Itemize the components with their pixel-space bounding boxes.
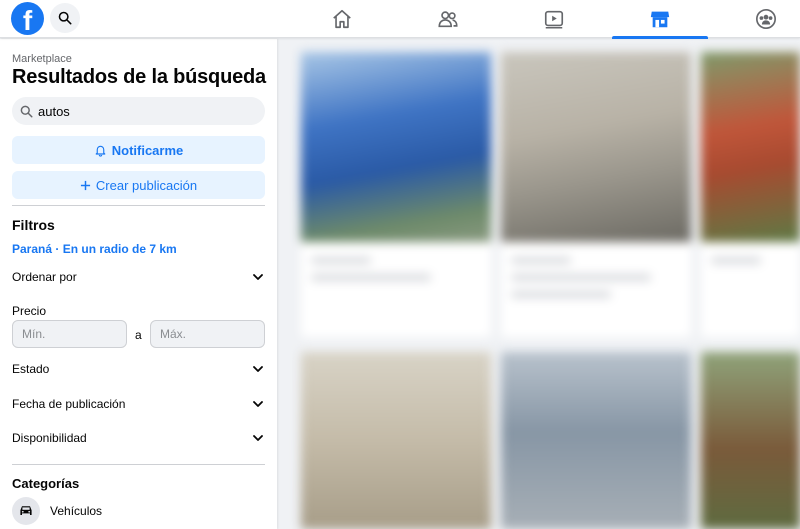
- listing-title-placeholder: [311, 274, 431, 281]
- home-icon: [333, 9, 351, 29]
- divider: [12, 464, 265, 465]
- location-filter[interactable]: Paraná · En un radio de 7 km: [12, 242, 177, 256]
- price-max-field[interactable]: Máx.: [150, 320, 265, 348]
- listing-card[interactable]: [501, 352, 691, 529]
- listing-card[interactable]: [301, 52, 491, 337]
- category-label: Vehículos: [50, 504, 103, 518]
- listing-photo: [501, 52, 691, 242]
- chevron-down-icon: [253, 435, 263, 441]
- bell-icon: [95, 145, 106, 157]
- plus-icon: [80, 180, 90, 190]
- create-listing-button[interactable]: Crear publicación: [12, 171, 265, 199]
- car-icon-wrap: [12, 497, 40, 525]
- price-min-field[interactable]: Mín.: [12, 320, 127, 348]
- nav-friends[interactable]: [400, 0, 496, 38]
- listing-price-placeholder: [711, 257, 761, 264]
- notify-button[interactable]: Notificarme: [12, 136, 265, 164]
- chevron-down-icon: [253, 366, 263, 372]
- sort-by-label: Ordenar por: [12, 270, 77, 284]
- groups-icon: [756, 9, 776, 29]
- facebook-logo[interactable]: f: [11, 2, 44, 35]
- category-vehicles[interactable]: Vehículos: [12, 497, 102, 525]
- chevron-down-icon: [253, 274, 263, 280]
- listing-price-placeholder: [311, 257, 371, 264]
- nav-home[interactable]: [294, 0, 390, 38]
- listing-photo: [301, 352, 491, 529]
- breadcrumb[interactable]: Marketplace: [12, 53, 72, 65]
- availability-dropdown[interactable]: Disponibilidad: [12, 428, 265, 448]
- marketplace-icon: [650, 11, 670, 28]
- notify-button-label: Notificarme: [111, 142, 184, 158]
- categories-title: Categorías: [12, 476, 80, 491]
- friends-icon: [438, 11, 458, 28]
- nav-watch[interactable]: [506, 0, 602, 38]
- divider: [12, 205, 265, 206]
- create-listing-label: Crear publicación: [95, 177, 198, 193]
- listing-price-placeholder: [511, 257, 571, 264]
- page-title: Resultados de la búsqueda: [12, 66, 266, 88]
- listing-card[interactable]: [701, 52, 800, 337]
- price-separator: a: [135, 328, 142, 342]
- listing-photo: [301, 52, 491, 242]
- date-listed-label: Fecha de publicación: [12, 397, 126, 411]
- nav-groups[interactable]: [718, 0, 800, 38]
- search-icon: [58, 11, 72, 25]
- sort-by-dropdown[interactable]: Ordenar por: [12, 267, 265, 287]
- search-icon: [20, 105, 33, 118]
- nav-marketplace[interactable]: [612, 0, 708, 39]
- listing-photo: [501, 352, 691, 529]
- listing-photo: [701, 52, 800, 242]
- date-listed-dropdown[interactable]: Fecha de publicación: [12, 394, 265, 414]
- marketplace-search[interactable]: [12, 97, 265, 125]
- listing-card[interactable]: [301, 352, 491, 529]
- car-icon: [20, 506, 32, 515]
- chevron-down-icon: [253, 401, 263, 407]
- listing-photo: [701, 352, 800, 529]
- listing-card[interactable]: [701, 352, 800, 529]
- listing-card[interactable]: [501, 52, 691, 337]
- marketplace-sidebar: Marketplace Resultados de la búsqueda No…: [0, 39, 277, 529]
- search-button[interactable]: [50, 3, 80, 33]
- availability-label: Disponibilidad: [12, 431, 87, 445]
- watch-icon: [544, 10, 564, 29]
- listing-grid: [301, 52, 800, 529]
- condition-dropdown[interactable]: Estado: [12, 359, 265, 379]
- filters-title: Filtros: [12, 217, 55, 233]
- search-input[interactable]: [38, 103, 238, 119]
- condition-label: Estado: [12, 362, 50, 376]
- listing-location-placeholder: [511, 291, 611, 298]
- price-label: Precio: [12, 304, 47, 318]
- top-navigation-bar: f: [0, 0, 800, 39]
- listing-title-placeholder: [511, 274, 651, 281]
